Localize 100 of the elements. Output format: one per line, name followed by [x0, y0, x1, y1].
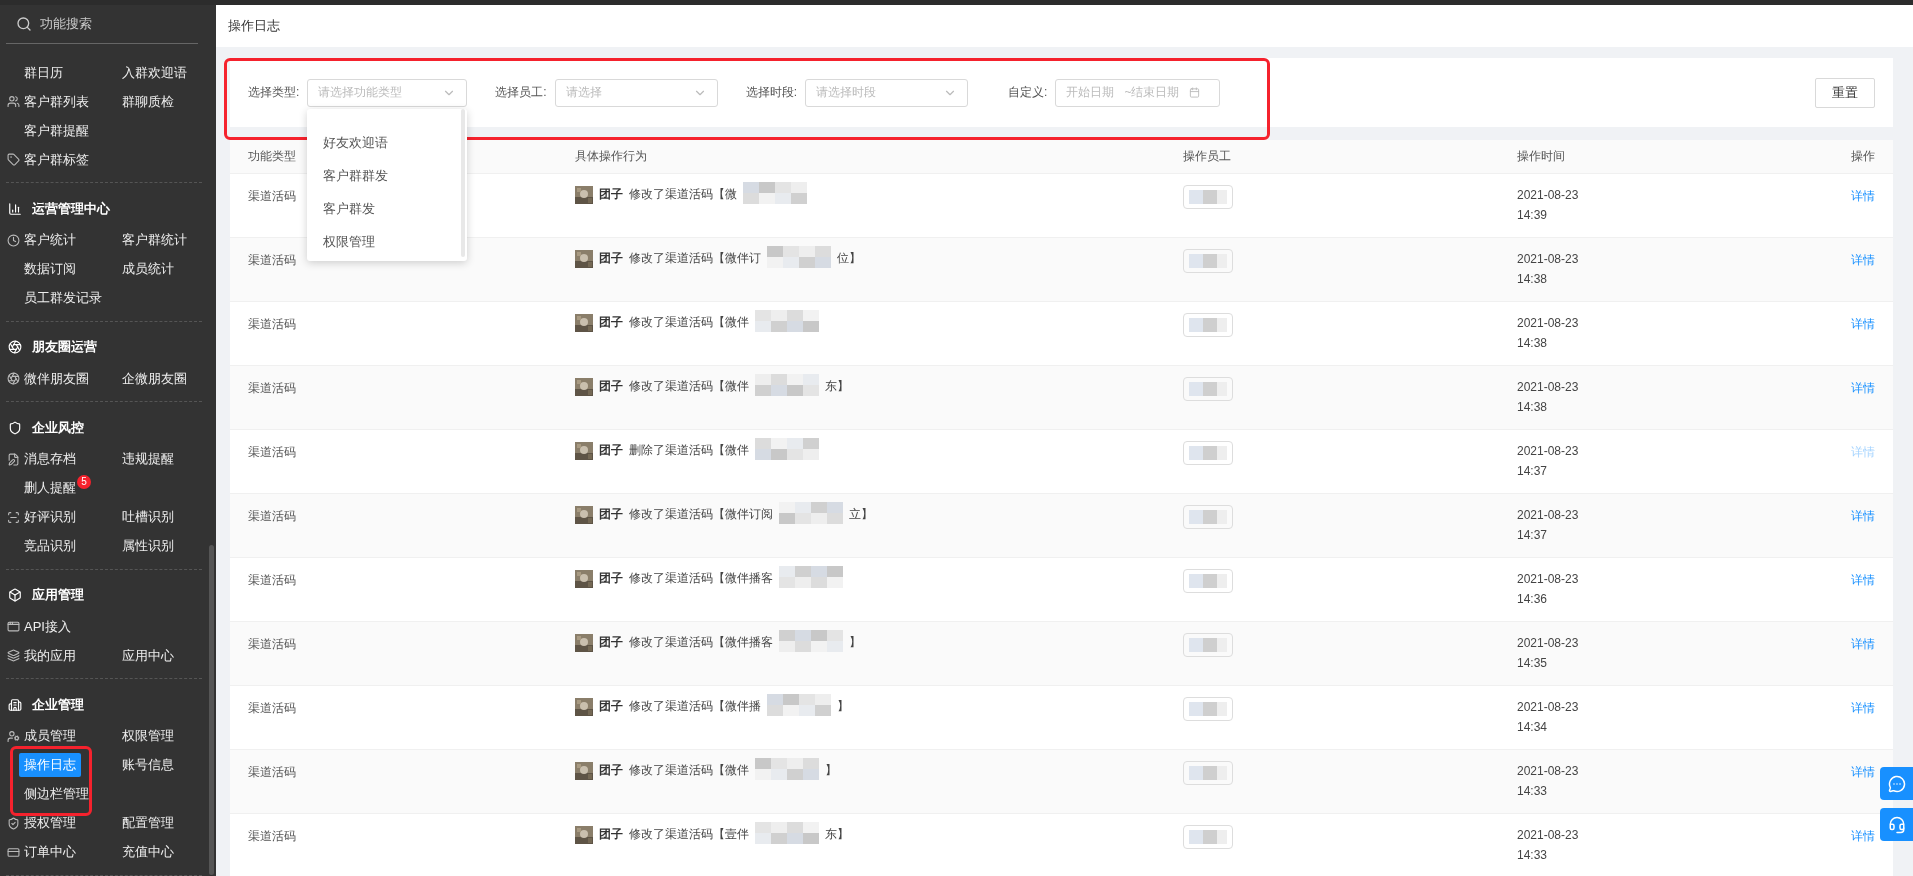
menu-item[interactable]: 客户群统计	[117, 228, 187, 252]
date-text: 2021-08-23	[1517, 636, 1580, 650]
menu-item[interactable]: 侧边栏管理	[19, 782, 89, 806]
menu-item[interactable]: 客户统计	[19, 228, 76, 252]
menu-item[interactable]: 消息存档	[19, 447, 76, 471]
filter-label: 选择时段:	[745, 84, 798, 101]
date-text: 2021-08-23	[1517, 764, 1580, 778]
action-text: 修改了渠道活码【微伴播客	[629, 634, 773, 651]
time-text: 14:37	[1517, 464, 1549, 478]
date-text: 2021-08-23	[1517, 316, 1580, 330]
menu-item[interactable]: API接入	[19, 614, 71, 639]
filter-label: 自定义:	[1008, 84, 1048, 101]
action-text: 修改了渠道活码【微伴	[629, 762, 749, 779]
user-name: 团子	[599, 634, 623, 651]
action-text: 东】	[825, 378, 849, 395]
page-title: 操作日志	[228, 17, 280, 35]
reset-button[interactable]: 重置	[1815, 77, 1875, 108]
menu-item[interactable]: 吐槽识别	[117, 505, 174, 529]
date-text: 2021-08-23	[1517, 828, 1580, 842]
time-text: 14:38	[1517, 336, 1549, 350]
menu-item[interactable]: 好评识别	[19, 505, 76, 529]
action-text: 修改了渠道活码【微伴	[629, 314, 749, 331]
table-cell: 渠道活码	[248, 444, 296, 461]
column-header: 功能类型	[248, 148, 297, 165]
menu-item[interactable]: 客户群列表	[19, 89, 89, 114]
dropdown-option[interactable]: 好友欢迎语	[307, 125, 468, 159]
time-text: 14:37	[1517, 528, 1549, 542]
date-text: 2021-08-23	[1517, 572, 1580, 586]
dropdown-option[interactable]: 客户群发	[307, 191, 468, 225]
table-cell: 渠道活码	[248, 764, 296, 781]
user-name: 团子	[599, 762, 623, 779]
menu-item[interactable]: 竞品识别	[19, 534, 76, 558]
menu-item[interactable]: 微伴朋友圈	[19, 366, 89, 391]
column-header: 具体操作行为	[575, 148, 648, 165]
column-header: 操作员工	[1183, 148, 1232, 165]
section-title: 应用管理	[32, 586, 84, 604]
section-title: 企业管理	[32, 695, 84, 714]
time-text: 14:33	[1517, 784, 1549, 798]
user-name: 团子	[599, 314, 623, 331]
table-cell: 渠道活码	[248, 508, 296, 525]
count-badge: 5	[77, 475, 91, 489]
action-text: 位】	[837, 250, 861, 267]
column-header: 操作时间	[1517, 148, 1566, 165]
menu-item[interactable]: 客户群标签	[19, 147, 89, 172]
table-cell: 渠道活码	[248, 700, 296, 717]
date-text: 2021-08-23	[1517, 444, 1580, 458]
date-text: 2021-08-23	[1517, 380, 1580, 394]
menu-item[interactable]: 群日历	[19, 60, 63, 85]
menu-item[interactable]: 账号信息	[117, 753, 174, 777]
table-cell: 渠道活码	[248, 316, 296, 333]
user-name: 团子	[599, 250, 623, 267]
user-name: 团子	[599, 826, 623, 843]
action-text: 修改了渠道活码【壹伴	[629, 826, 749, 843]
menu-item[interactable]: 群聊质检	[117, 89, 174, 114]
action-text: 修改了渠道活码【微伴	[629, 378, 749, 395]
filter-label: 选择员工:	[495, 84, 547, 101]
table-cell: 渠道活码	[248, 636, 296, 653]
menu-item[interactable]: 授权管理	[19, 811, 76, 835]
action-text: 东】	[825, 826, 849, 843]
menu-item[interactable]: 订单中心	[19, 840, 76, 864]
action-text: 修改了渠道活码【微伴播客	[629, 570, 773, 587]
menu-item[interactable]: 权限管理	[117, 724, 174, 748]
search-field[interactable]: 功能搜索	[40, 15, 92, 33]
dropdown-option[interactable]: 客户群群发	[307, 158, 468, 192]
menu-item[interactable]: 属性识别	[117, 534, 174, 558]
action-text: 】	[849, 634, 861, 651]
time-text: 14:33	[1517, 848, 1549, 862]
date-text: 2021-08-23	[1517, 188, 1580, 202]
menu-item[interactable]: 配置管理	[117, 811, 174, 835]
table-cell: 渠道活码	[248, 572, 296, 589]
menu-item[interactable]: 企微朋友圈	[117, 366, 187, 391]
table-cell: 渠道活码	[248, 380, 296, 397]
menu-item[interactable]: 数据订阅	[19, 257, 76, 281]
user-name: 团子	[599, 698, 623, 715]
action-text: 】	[825, 762, 837, 779]
time-text: 14:38	[1517, 400, 1549, 414]
menu-item[interactable]: 违规提醒	[117, 447, 174, 471]
menu-item[interactable]: 员工群发记录	[19, 286, 102, 310]
section-title: 运营管理中心	[32, 199, 110, 218]
user-name: 团子	[599, 506, 623, 523]
menu-item[interactable]: 成员管理	[19, 724, 76, 748]
action-text: 修改了渠道活码【微伴播	[629, 698, 761, 715]
user-name: 团子	[599, 570, 623, 587]
menu-item[interactable]: 客户群提醒	[19, 118, 89, 143]
action-text: 修改了渠道活码【微	[629, 186, 737, 203]
menu-item[interactable]: 成员统计	[117, 257, 174, 281]
menu-item[interactable]: 应用中心	[117, 643, 174, 668]
menu-item[interactable]: 入群欢迎语	[117, 60, 187, 85]
time-text: 14:36	[1517, 592, 1549, 606]
action-text: 删除了渠道活码【微伴	[629, 442, 749, 459]
dropdown-option[interactable]: 权限管理	[307, 224, 468, 258]
time-text: 14:38	[1517, 272, 1549, 286]
table-cell: 渠道活码	[248, 188, 296, 205]
filter-label: 选择类型:	[248, 84, 300, 101]
column-header: 操作	[1850, 148, 1875, 165]
menu-item[interactable]: 充值中心	[117, 840, 174, 864]
menu-item[interactable]: 删人提醒	[19, 476, 76, 500]
menu-item[interactable]: 我的应用	[19, 643, 76, 668]
table-cell: 渠道活码	[248, 252, 296, 269]
time-text: 14:34	[1517, 720, 1549, 734]
